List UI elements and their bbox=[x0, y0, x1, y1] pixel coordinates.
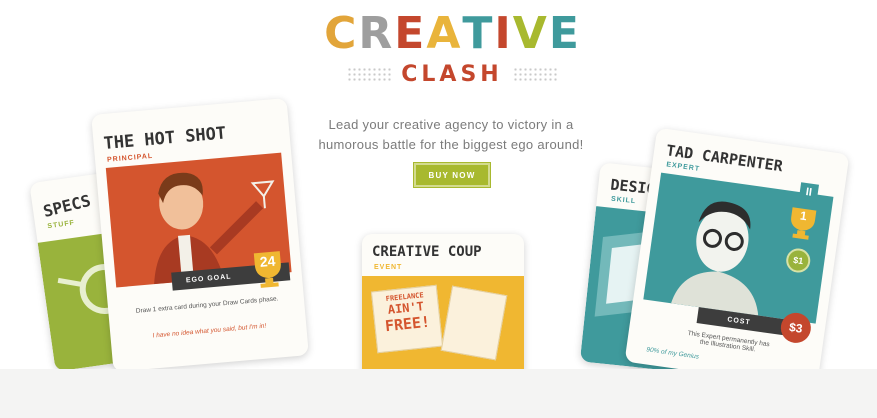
buy-now-button[interactable]: BUY NOW bbox=[414, 163, 490, 187]
card-rule-text: Draw 1 extra card during your Draw Cards… bbox=[135, 295, 279, 315]
tagline-line-2: humorous battle for the biggest ego arou… bbox=[318, 137, 584, 152]
tagline-line-1: Lead your creative agency to victory in … bbox=[328, 117, 574, 132]
logo-letter: A bbox=[426, 8, 462, 59]
level-badge: II bbox=[798, 182, 819, 203]
ego-goal-value: 24 bbox=[259, 252, 276, 270]
card-title: THE HOT SHOT bbox=[102, 123, 227, 155]
logo-letter: T bbox=[462, 8, 494, 59]
logo-letter: E bbox=[548, 8, 580, 59]
sign-paper bbox=[440, 285, 508, 361]
card-quote: I have no idea what you said, but I'm in… bbox=[152, 322, 267, 340]
logo-letter: R bbox=[358, 8, 394, 59]
logo-dots-left bbox=[347, 66, 392, 83]
card-tad-carpenter[interactable]: TAD CARPENTER EXPERT II 1 $1 COST $3 Thi… bbox=[624, 127, 850, 389]
bottom-band bbox=[0, 369, 877, 418]
logo-word-clash: CLASH bbox=[401, 62, 503, 87]
trophy-icon: 1 bbox=[785, 205, 819, 243]
tagline: Lead your creative agency to victory in … bbox=[318, 115, 584, 155]
coin-value: $1 bbox=[792, 254, 804, 267]
freelance-sign: FREELANCE AIN'T FREE! bbox=[370, 284, 444, 354]
ego-goal-label: EGO GOAL bbox=[185, 272, 232, 284]
trophy-icon: 24 bbox=[250, 249, 287, 290]
logo-letter: E bbox=[394, 8, 426, 59]
card-title: CREATIVE COUP bbox=[372, 244, 482, 260]
logo-letter: I bbox=[494, 8, 512, 59]
card-title: SPECS bbox=[41, 190, 93, 221]
logo-dots-right bbox=[512, 66, 557, 83]
logo-letter: V bbox=[512, 8, 548, 59]
card-subtitle: SKILL bbox=[610, 195, 637, 206]
card-the-hot-shot[interactable]: THE HOT SHOT PRINCIPAL EGO GOAL 24 Draw … bbox=[91, 97, 309, 373]
logo-word-creative: C R E A T I V E bbox=[324, 8, 580, 59]
cost-value: $3 bbox=[788, 320, 804, 336]
logo-letter: C bbox=[324, 8, 358, 59]
card-subtitle: PRINCIPAL bbox=[106, 152, 154, 164]
cost-label: COST bbox=[726, 315, 752, 326]
card-subtitle: STUFF bbox=[47, 219, 76, 231]
card-subtitle: EVENT bbox=[374, 264, 403, 271]
creative-clash-logo: C R E A T I V E CLASH bbox=[324, 8, 580, 92]
